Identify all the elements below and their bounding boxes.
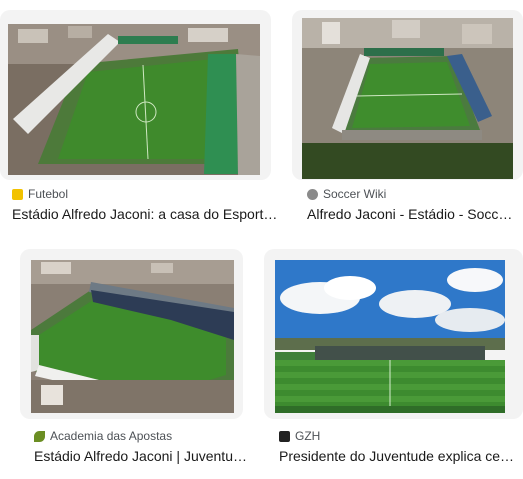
- result-thumbnail[interactable]: [275, 260, 505, 413]
- result-title[interactable]: Estádio Alfredo Jaconi | Juventude: [34, 448, 248, 464]
- result-source[interactable]: Futebol: [12, 187, 68, 201]
- result-source-label: Futebol: [28, 187, 69, 201]
- image-result-card[interactable]: [0, 10, 271, 180]
- stadium-pitch-image: [275, 260, 505, 413]
- result-title[interactable]: Alfredo Jaconi - Estádio - Soccer Wiki: [307, 206, 519, 222]
- image-result-card[interactable]: [20, 249, 243, 419]
- result-source-label: Academia das Apostas: [50, 429, 173, 443]
- result-title[interactable]: Presidente do Juventude explica cenário …: [279, 448, 519, 464]
- result-source[interactable]: Soccer Wiki: [307, 187, 386, 201]
- soccer-wiki-icon: [307, 188, 318, 200]
- soccer-ball-icon: [12, 188, 23, 200]
- stadium-aerial-image: [302, 18, 513, 179]
- stadium-aerial-image: [31, 260, 234, 413]
- result-source-label: Soccer Wiki: [323, 187, 387, 201]
- stadium-aerial-image: [8, 24, 260, 175]
- image-result-card[interactable]: [264, 249, 523, 419]
- result-thumbnail[interactable]: [31, 260, 234, 413]
- result-source[interactable]: Academia das Apostas: [34, 429, 172, 443]
- result-source-label: GZH: [295, 429, 321, 443]
- result-thumbnail[interactable]: [302, 18, 513, 179]
- result-title[interactable]: Estádio Alfredo Jaconi: a casa do Esport…: [12, 206, 280, 222]
- gzh-logo-icon: [279, 430, 290, 442]
- result-source[interactable]: GZH: [279, 429, 320, 443]
- academia-leaf-icon: [34, 430, 45, 442]
- image-result-card[interactable]: [292, 10, 523, 180]
- result-thumbnail[interactable]: [8, 24, 260, 175]
